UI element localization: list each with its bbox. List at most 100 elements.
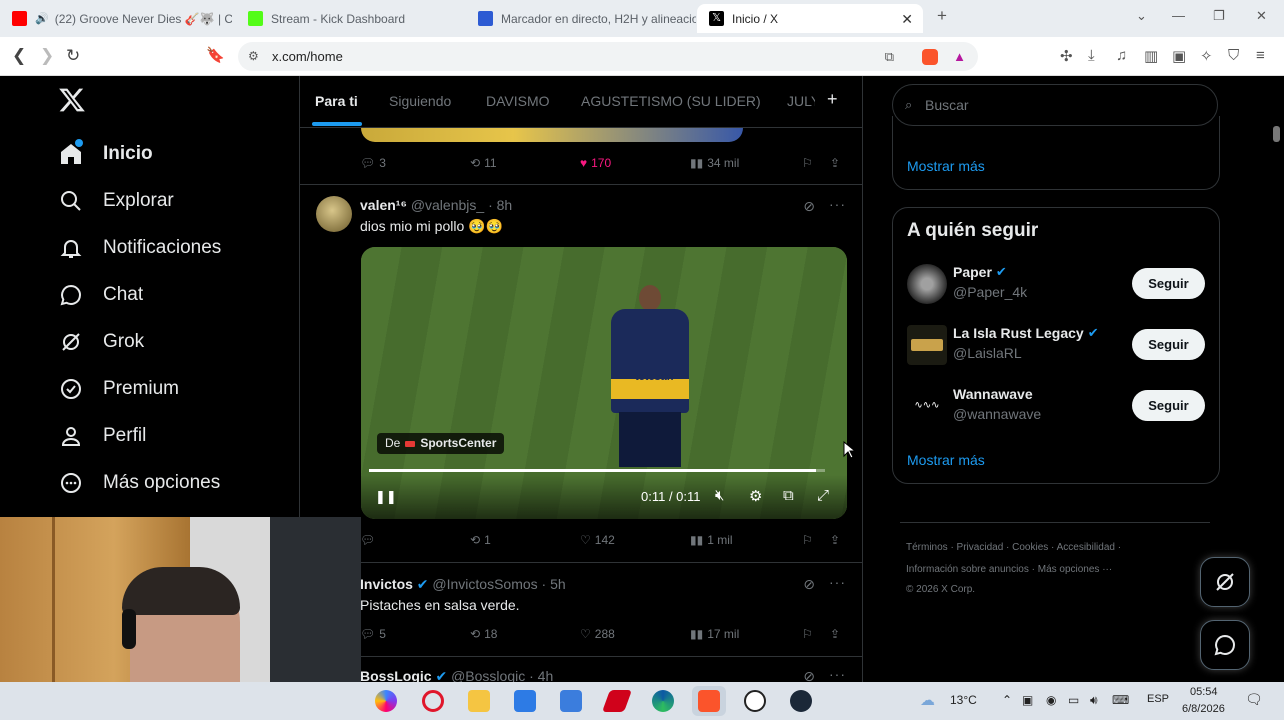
keyboard-icon[interactable]: ⌨ (1112, 693, 1129, 707)
more-options-icon[interactable]: ··· (829, 574, 846, 590)
video-player[interactable]: tetesan De SportsCenter ❚❚ 0:11 / 0:11 🔇… (361, 247, 847, 519)
browser-tab-marcador[interactable]: Marcador en directo, H2H y alineacio (466, 4, 696, 33)
suggestion-la-isla[interactable]: La Isla Rust Legacy ✔ @LaislaRL Seguir (893, 317, 1221, 373)
music-icon[interactable]: ♫ (1116, 47, 1127, 64)
tab-july[interactable]: JULY (787, 93, 815, 109)
pip-icon[interactable]: ⧉ (783, 487, 794, 504)
follow-button[interactable]: Seguir (1132, 329, 1205, 360)
grok-explain-icon[interactable]: ⊘ (803, 198, 816, 215)
nav-grok[interactable]: Grok (58, 324, 144, 360)
settings-icon[interactable]: ⚙ (749, 487, 762, 505)
repost-button[interactable]: ⟲ 11 (470, 156, 497, 170)
close-window-icon[interactable]: ✕ (1256, 8, 1267, 24)
views-button[interactable]: ▮▮ 34 mil (690, 156, 739, 170)
new-tab-icon[interactable]: + (937, 6, 947, 26)
like-button[interactable]: ♥ 170 (580, 156, 611, 170)
views-button[interactable]: ▮▮ 1 mil (690, 533, 733, 547)
language-indicator[interactable]: ESP (1147, 693, 1169, 705)
avatar[interactable] (316, 196, 352, 232)
notification-center-icon[interactable]: 🗨︎ (1245, 691, 1263, 708)
sidebar-toggle-icon[interactable]: ▥ (1144, 47, 1158, 65)
fullscreen-icon[interactable]: ⤢ (817, 487, 829, 504)
close-tab-icon[interactable]: ✕ (901, 11, 913, 28)
repost-button[interactable]: ⟲ 1 (470, 533, 491, 547)
messages-fab-button[interactable] (1200, 620, 1250, 670)
menu-icon[interactable]: ≡ (1256, 47, 1265, 64)
cloud-icon[interactable]: ☁ (920, 691, 935, 709)
footer-links-row2[interactable]: Información sobre anuncios · Más opcione… (906, 564, 1112, 575)
scrollbar-thumb[interactable] (1273, 126, 1280, 142)
network-icon[interactable]: ▭ (1068, 693, 1079, 707)
mute-icon[interactable]: 🔇︎ (715, 487, 724, 504)
views-button[interactable]: ▮▮ 17 mil (690, 627, 739, 641)
like-button[interactable]: ♡ 142 (580, 533, 615, 547)
opera-icon[interactable] (422, 690, 444, 712)
avatar[interactable] (907, 264, 947, 304)
add-tab-icon[interactable]: + (827, 89, 838, 110)
download-icon[interactable]: ⤓ (1088, 47, 1095, 64)
avatar[interactable] (907, 325, 947, 365)
file-explorer-icon[interactable] (468, 690, 490, 712)
nav-chat[interactable]: Chat (58, 277, 143, 313)
author-name[interactable]: BossLogic (360, 668, 432, 682)
page-scrollbar[interactable] (1270, 76, 1284, 682)
follow-button[interactable]: Seguir (1132, 390, 1205, 421)
obs-icon[interactable] (744, 690, 766, 712)
like-button[interactable]: ♡ 288 (580, 627, 615, 641)
wallet-icon[interactable]: ▣ (1172, 47, 1186, 65)
author-handle[interactable]: @Bosslogic · 4h (451, 668, 553, 682)
show-more-link[interactable]: Mostrar más (907, 452, 985, 468)
brave-shields-icon[interactable] (922, 49, 938, 65)
chevron-up-icon[interactable]: ⌃ (1002, 693, 1012, 707)
app-red-icon[interactable] (601, 690, 633, 712)
video-source-badge[interactable]: De SportsCenter (377, 433, 505, 454)
copilot-icon[interactable] (375, 690, 397, 712)
weather-temp[interactable]: 13°C (950, 693, 977, 707)
tab-following[interactable]: Siguiendo (389, 93, 451, 109)
minimize-icon[interactable]: — (1172, 8, 1185, 23)
nav-home[interactable]: Inicio (58, 136, 153, 172)
address-bar[interactable]: ⚙ x.com/home ⧉ ▲ (238, 42, 978, 71)
back-icon[interactable]: ❮ (12, 47, 26, 65)
edge-icon[interactable] (652, 690, 674, 712)
nav-notifications[interactable]: Notificaciones (58, 230, 221, 266)
cast-icon[interactable]: ⧉ (885, 42, 894, 71)
clock-date[interactable]: 6/8/2026 (1182, 703, 1225, 715)
browser-tab-x[interactable]: 𝕏 Inicio / X ✕ (697, 4, 923, 33)
share-icon[interactable]: ⇪ (830, 627, 840, 641)
app-icon[interactable] (514, 690, 536, 712)
more-options-icon[interactable]: ··· (829, 666, 846, 682)
share-icon[interactable]: ⇪ (830, 156, 840, 170)
nav-premium[interactable]: Premium (58, 371, 179, 407)
video-progress-track[interactable] (369, 469, 825, 472)
bookmark-post-icon[interactable]: ⚐ (802, 533, 813, 547)
more-options-icon[interactable]: ··· (829, 196, 846, 212)
reply-button[interactable]: 💬︎ (360, 533, 379, 547)
tray-app-icon[interactable]: ▣ (1022, 693, 1033, 707)
restore-icon[interactable]: ❐ (1213, 8, 1225, 24)
chevron-down-icon[interactable]: ⌄ (1136, 8, 1147, 24)
store-icon[interactable] (560, 690, 582, 712)
nav-explore[interactable]: Explorar (58, 183, 174, 219)
browser-tab-youtube[interactable]: 🔊 (22) Groove Never Dies 🎸🐺 | C (0, 4, 232, 33)
author-name[interactable]: Invictos (360, 576, 413, 592)
site-settings-icon[interactable]: ⚙ (248, 42, 259, 71)
tray-app2-icon[interactable]: ◉ (1046, 693, 1056, 707)
show-more-link[interactable]: Mostrar más (907, 158, 985, 174)
footer-links-row1[interactable]: Términos · Privacidad · Cookies · Accesi… (906, 542, 1121, 553)
nav-profile[interactable]: Perfil (58, 418, 146, 454)
brave-taskbar-active[interactable] (692, 686, 726, 716)
browser-tab-kick[interactable]: Stream - Kick Dashboard (236, 4, 468, 33)
author-handle[interactable]: @InvictosSomos · 5h (432, 576, 565, 592)
repost-button[interactable]: ⟲ 18 (470, 627, 497, 641)
grok-fab-button[interactable] (1200, 557, 1250, 607)
steam-icon[interactable] (790, 690, 812, 712)
leo-ai-icon[interactable]: ✧ (1200, 47, 1213, 65)
x-logo-icon[interactable] (58, 86, 86, 114)
suggestion-wannawave[interactable]: ∿∿∿ Wannawave @wannawave Seguir (893, 378, 1221, 434)
clock-time[interactable]: 05:54 (1190, 686, 1218, 698)
suggestion-paper[interactable]: Paper ✔ @Paper_4k Seguir (893, 256, 1221, 312)
author-name[interactable]: valen¹⁶ (360, 197, 407, 213)
reload-icon[interactable]: ↻ (66, 47, 80, 65)
wave-avatar-icon[interactable]: ∿∿∿ (907, 386, 947, 426)
